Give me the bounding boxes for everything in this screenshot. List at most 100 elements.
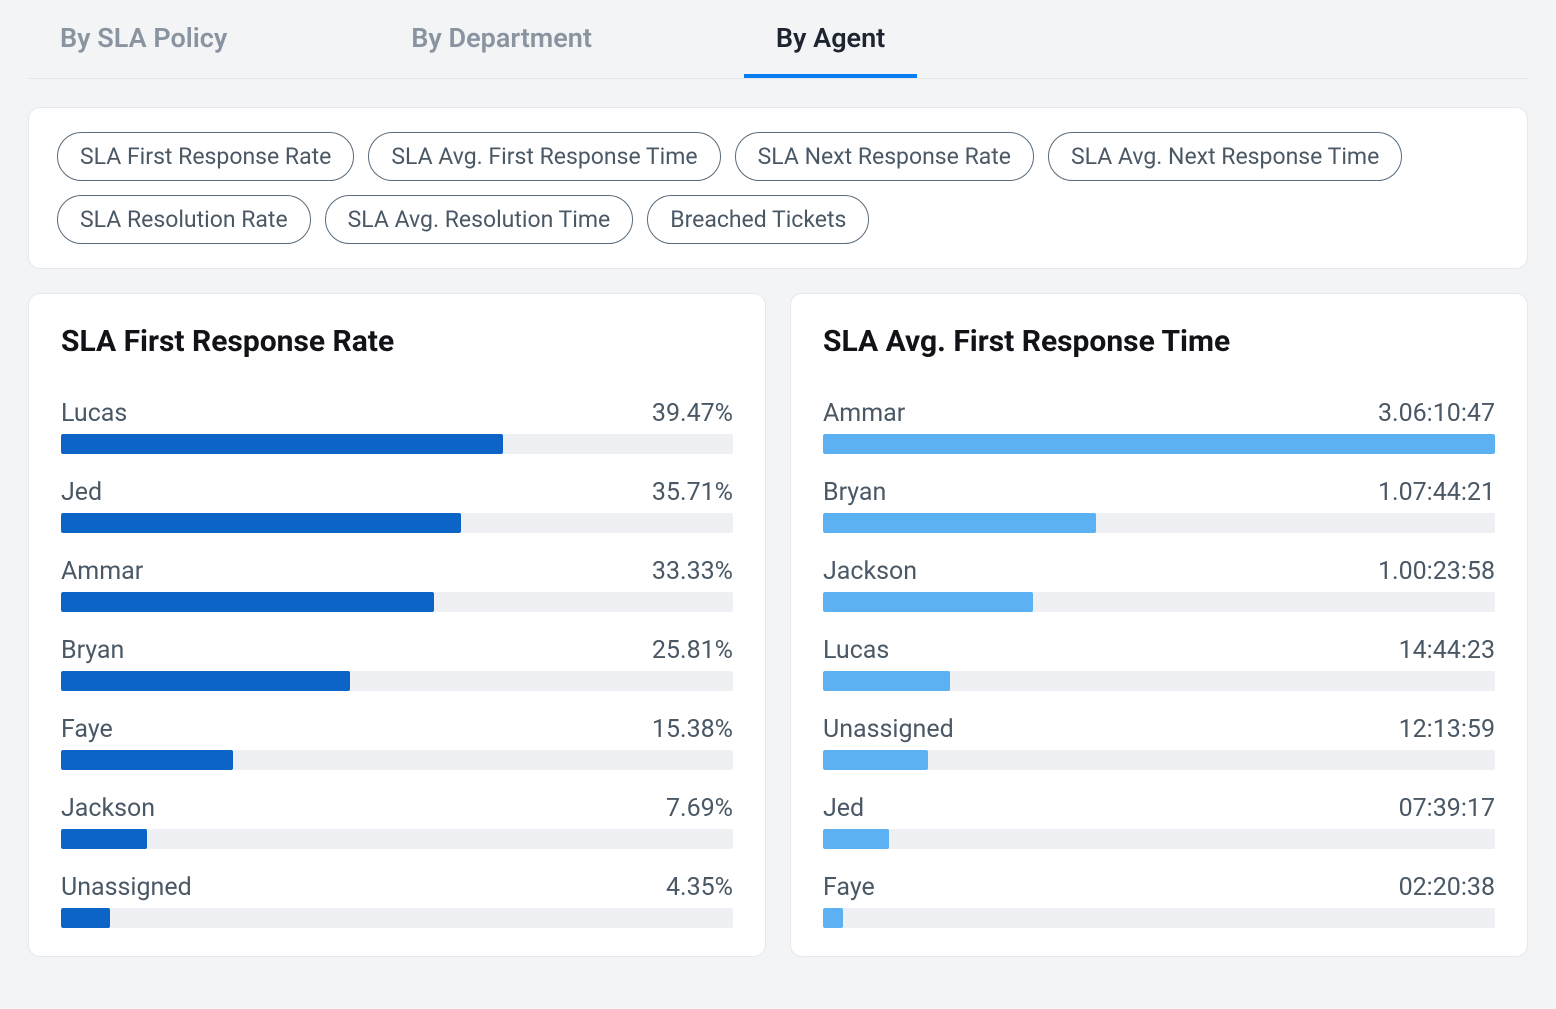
tabs-nav: By SLA Policy By Department By Agent	[28, 0, 1528, 79]
bar-track	[823, 592, 1495, 612]
bar-top: Jackson 7.69%	[61, 794, 733, 823]
bar-label: Lucas	[61, 399, 127, 428]
bar-value: 07:39:17	[1399, 794, 1495, 823]
bar-list: Ammar 3.06:10:47 Bryan 1.07:44:21 Jackson 1.0…	[823, 399, 1495, 928]
bar-label: Faye	[61, 715, 113, 744]
bar-fill	[823, 434, 1495, 454]
bar-top: Faye 15.38%	[61, 715, 733, 744]
bar-top: Jed 35.71%	[61, 478, 733, 507]
bar-top: Lucas 39.47%	[61, 399, 733, 428]
bar-top: Bryan 1.07:44:21	[823, 478, 1495, 507]
bar-value: 1.07:44:21	[1378, 478, 1495, 507]
bar-item: Jackson 1.00:23:58	[823, 557, 1495, 612]
bar-value: 15.38%	[652, 715, 733, 744]
bar-label: Ammar	[61, 557, 143, 586]
chart-title: SLA Avg. First Response Time	[823, 324, 1495, 359]
bar-item: Jed 35.71%	[61, 478, 733, 533]
tab-sla-policy[interactable]: By SLA Policy	[28, 0, 259, 78]
bar-value: 02:20:38	[1399, 873, 1495, 902]
bar-item: Bryan 1.07:44:21	[823, 478, 1495, 533]
chip-sla-next-response-rate[interactable]: SLA Next Response Rate	[735, 132, 1034, 181]
bar-value: 35.71%	[652, 478, 733, 507]
chart-card-first-response-rate: SLA First Response Rate Lucas 39.47% Jed 35…	[28, 293, 766, 957]
chip-sla-resolution-rate[interactable]: SLA Resolution Rate	[57, 195, 311, 244]
filter-chip-card: SLA First Response Rate SLA Avg. First R…	[28, 107, 1528, 269]
bar-fill	[823, 829, 889, 849]
bar-value: 14:44:23	[1399, 636, 1495, 665]
bar-label: Jackson	[61, 794, 155, 823]
bar-top: Unassigned4.35%	[61, 873, 733, 902]
bar-track	[823, 671, 1495, 691]
bar-list: Lucas 39.47% Jed 35.71% Ammar 33.33% Bryan 25.8…	[61, 399, 733, 928]
bar-fill	[61, 434, 503, 454]
chart-card-avg-first-response-time: SLA Avg. First Response Time Ammar 3.06:1…	[790, 293, 1528, 957]
bar-top: Lucas 14:44:23	[823, 636, 1495, 665]
chip-sla-first-response-rate[interactable]: SLA First Response Rate	[57, 132, 354, 181]
bar-item: Ammar 33.33%	[61, 557, 733, 612]
bar-label: Bryan	[61, 636, 124, 665]
bar-value: 12:13:59	[1399, 715, 1495, 744]
bar-track	[823, 434, 1495, 454]
bar-fill	[823, 513, 1096, 533]
bar-label: Unassigned	[61, 873, 192, 902]
bar-top: Ammar 3.06:10:47	[823, 399, 1495, 428]
bar-label: Jed	[823, 794, 864, 823]
bar-fill	[823, 908, 843, 928]
bar-track	[823, 829, 1495, 849]
tab-department[interactable]: By Department	[379, 0, 624, 78]
bar-track	[61, 513, 733, 533]
bar-track	[61, 908, 733, 928]
bar-track	[823, 908, 1495, 928]
bar-fill	[61, 829, 147, 849]
bar-label: Jed	[61, 478, 102, 507]
bar-value: 33.33%	[652, 557, 733, 586]
bar-top: Faye 02:20:38	[823, 873, 1495, 902]
bar-top: Ammar 33.33%	[61, 557, 733, 586]
page-container: By SLA Policy By Department By Agent SLA…	[0, 0, 1556, 985]
bar-fill	[823, 750, 928, 770]
bar-fill	[61, 592, 434, 612]
bar-item: Faye 15.38%	[61, 715, 733, 770]
bar-item: Unassigned4.35%	[61, 873, 733, 928]
bar-label: Ammar	[823, 399, 905, 428]
chip-sla-avg-next-response-time[interactable]: SLA Avg. Next Response Time	[1048, 132, 1402, 181]
chip-row: SLA First Response Rate SLA Avg. First R…	[57, 132, 1499, 244]
bar-item: Lucas 14:44:23	[823, 636, 1495, 691]
bar-fill	[61, 908, 110, 928]
bar-track	[823, 513, 1495, 533]
bar-top: Jackson 1.00:23:58	[823, 557, 1495, 586]
bar-item: Lucas 39.47%	[61, 399, 733, 454]
chip-sla-avg-resolution-time[interactable]: SLA Avg. Resolution Time	[325, 195, 634, 244]
chip-breached-tickets[interactable]: Breached Tickets	[647, 195, 869, 244]
bar-item: Unassigned12:13:59	[823, 715, 1495, 770]
bar-value: 7.69%	[666, 794, 733, 823]
bar-track	[61, 592, 733, 612]
bar-fill	[61, 671, 350, 691]
bar-label: Faye	[823, 873, 875, 902]
bar-item: Bryan 25.81%	[61, 636, 733, 691]
bar-top: Unassigned12:13:59	[823, 715, 1495, 744]
bar-value: 39.47%	[652, 399, 733, 428]
charts-row: SLA First Response Rate Lucas 39.47% Jed 35…	[28, 293, 1528, 957]
bar-value: 3.06:10:47	[1378, 399, 1495, 428]
bar-item: Faye 02:20:38	[823, 873, 1495, 928]
bar-track	[61, 434, 733, 454]
bar-top: Bryan 25.81%	[61, 636, 733, 665]
bar-label: Jackson	[823, 557, 917, 586]
bar-fill	[61, 513, 461, 533]
bar-track	[61, 829, 733, 849]
bar-item: Ammar 3.06:10:47	[823, 399, 1495, 454]
bar-label: Bryan	[823, 478, 886, 507]
chip-sla-avg-first-response-time[interactable]: SLA Avg. First Response Time	[368, 132, 720, 181]
bar-top: Jed 07:39:17	[823, 794, 1495, 823]
bar-fill	[823, 592, 1033, 612]
bar-track	[823, 750, 1495, 770]
chart-title: SLA First Response Rate	[61, 324, 733, 359]
tab-agent[interactable]: By Agent	[744, 0, 917, 78]
bar-track	[61, 750, 733, 770]
bar-label: Lucas	[823, 636, 889, 665]
bar-value: 25.81%	[652, 636, 733, 665]
bar-value: 1.00:23:58	[1378, 557, 1495, 586]
bar-item: Jed 07:39:17	[823, 794, 1495, 849]
bar-fill	[823, 671, 950, 691]
